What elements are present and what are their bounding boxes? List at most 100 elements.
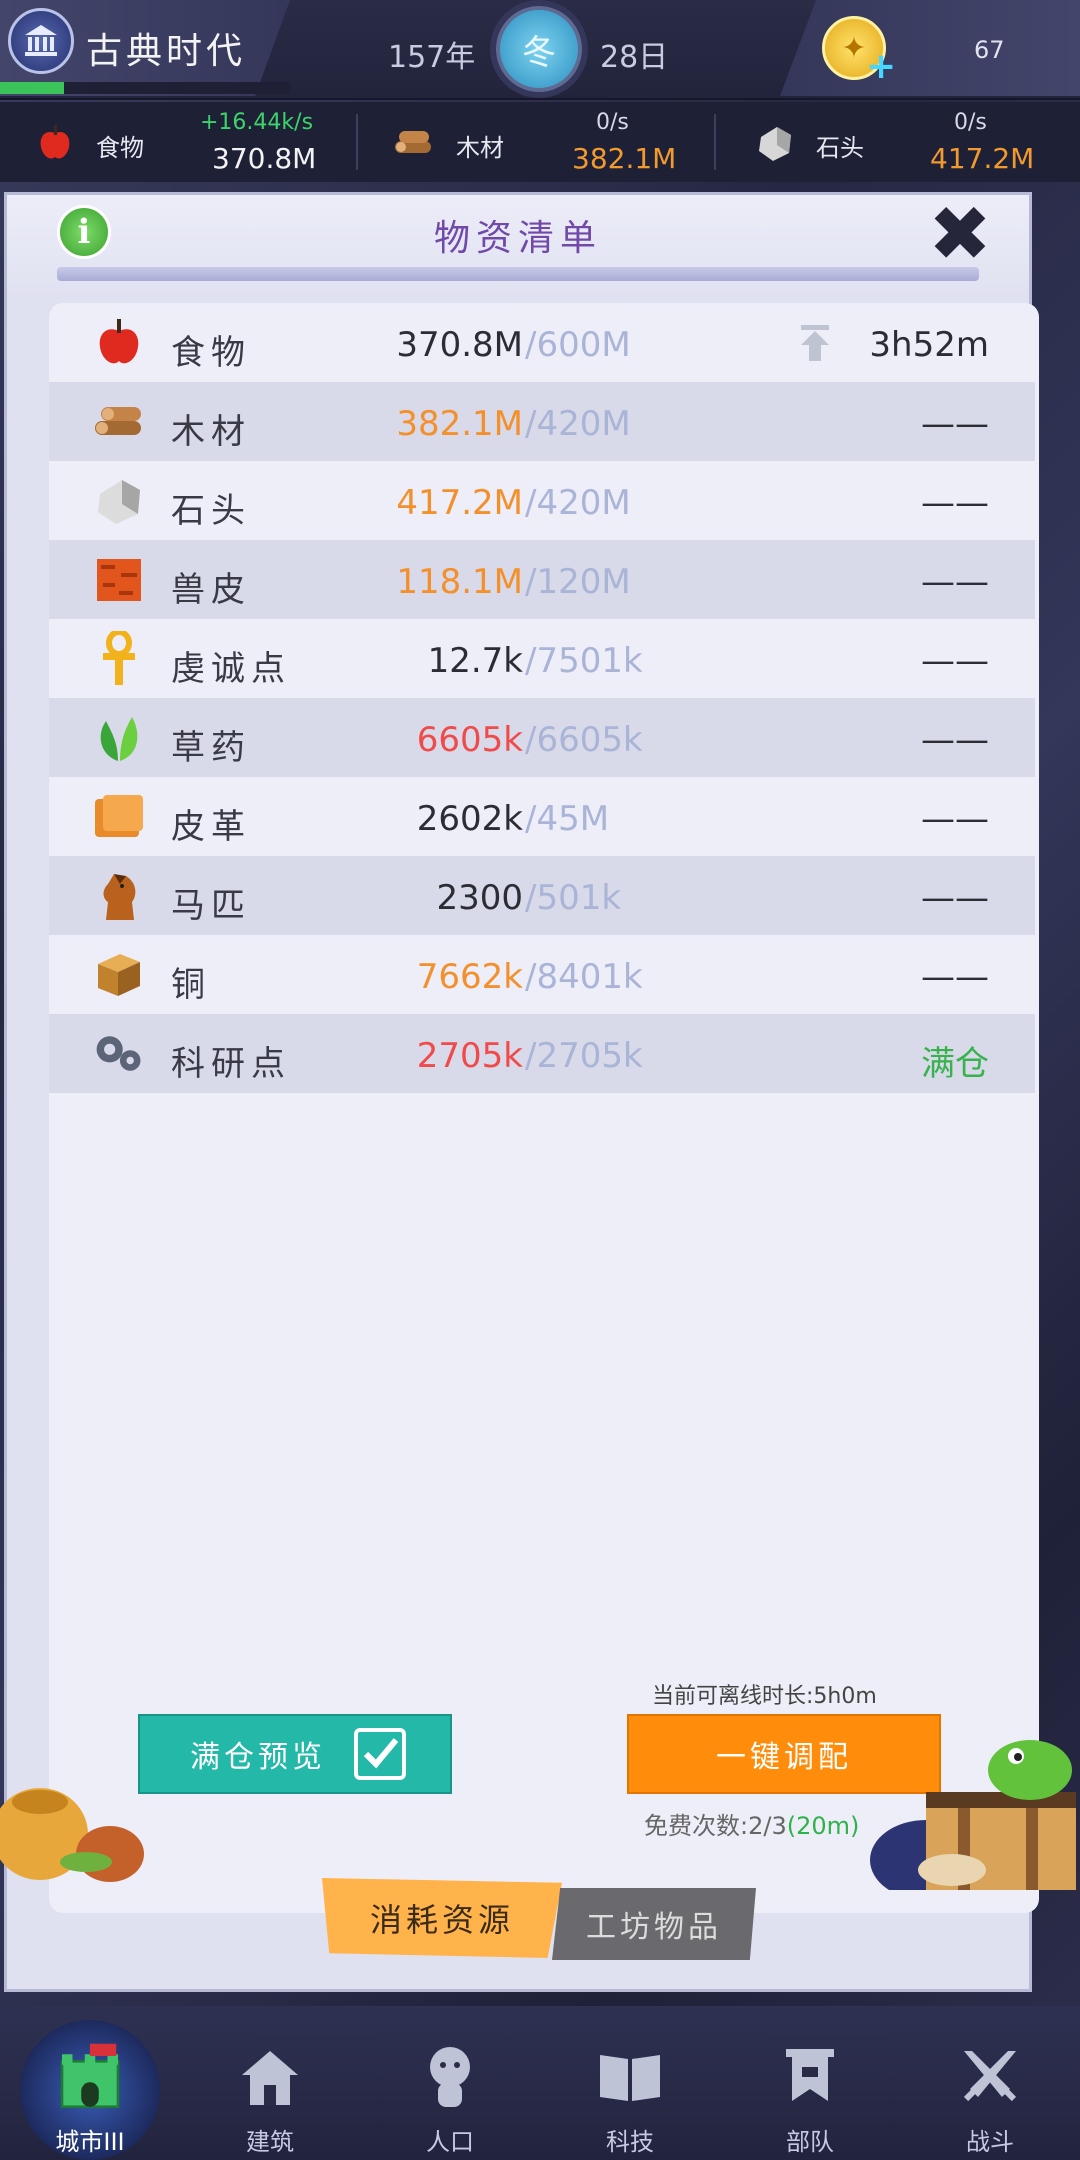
era-progress-bar: [0, 82, 290, 94]
herb-icon: [91, 710, 147, 766]
resource-status: ——: [921, 720, 989, 760]
nav-city[interactable]: 城市III: [0, 2006, 180, 2160]
tab-workshop-items[interactable]: 工坊物品: [552, 1888, 756, 1960]
resource-status: ——: [921, 799, 989, 839]
add-gold-icon[interactable]: +: [866, 49, 896, 85]
resource-name: 食物: [96, 134, 144, 162]
resource-capacity: /6605k: [525, 720, 643, 760]
resource-status: 3h52m: [869, 325, 989, 365]
preview-button-label: 满仓预览: [190, 1740, 326, 1775]
castle-icon: [55, 2042, 125, 2112]
resource-name: 铜: [171, 965, 211, 1005]
header-divider: [57, 267, 979, 281]
museum-icon[interactable]: [8, 8, 74, 74]
table-row[interactable]: 食物 370.8M /600M 3h52m: [49, 303, 1035, 382]
nav-population[interactable]: 人口: [360, 2006, 540, 2160]
hide-icon: [91, 552, 147, 608]
ankh-icon: [91, 631, 147, 687]
resource-status: ——: [921, 483, 989, 523]
day-label: 28日: [600, 40, 669, 75]
resource-food[interactable]: 食物 +16.44k/s 370.8M: [0, 102, 356, 182]
swords-icon: [955, 2042, 1025, 2112]
resource-wood[interactable]: 木材 0/s 382.1M: [358, 102, 714, 182]
person-icon: [415, 2042, 485, 2112]
resource-capacity: /420M: [525, 483, 631, 523]
resource-capacity: /8401k: [525, 957, 643, 997]
bottom-navigation: 城市III 建筑 人口 科技 部队 战斗: [0, 2006, 1080, 2160]
book-icon: [595, 2042, 665, 2112]
resource-name: 马匹: [171, 886, 251, 926]
resource-current: 382.1M: [396, 404, 523, 444]
era-progress-fill: [0, 82, 64, 94]
resource-name: 木材: [171, 412, 251, 452]
resource-rate: 0/s: [954, 110, 987, 135]
apple-icon: [32, 120, 78, 166]
checkbox-checked-icon[interactable]: [354, 1728, 406, 1780]
offline-duration-text: 当前可离线时长:5h0m: [652, 1684, 877, 1709]
resource-name: 木材: [456, 134, 504, 162]
resource-capacity: /120M: [525, 562, 631, 602]
year-label: 157年: [388, 40, 476, 75]
resource-current: 12.7k: [427, 641, 523, 681]
close-button[interactable]: ✖: [925, 196, 995, 272]
resource-name: 科研点: [171, 1044, 291, 1084]
table-row[interactable]: 虔诚点 12.7k /7501k ——: [49, 619, 1035, 698]
apple-icon: [91, 315, 147, 371]
resource-amount: 382.1M: [572, 142, 677, 175]
chest-frog-decoration-icon: [866, 1730, 1080, 1900]
resource-current: 2300: [436, 878, 523, 918]
table-row[interactable]: 草药 6605k /6605k ——: [49, 698, 1035, 777]
resource-status: 满仓: [921, 1044, 989, 1084]
panel-header: i 物资清单 ✖: [7, 195, 1029, 295]
resource-name: 皮革: [171, 807, 251, 847]
resource-current: 417.2M: [396, 483, 523, 523]
resource-capacity: /600M: [525, 325, 631, 365]
leather-icon: [91, 789, 147, 845]
resource-name: 兽皮: [171, 570, 251, 610]
nav-label: 战斗: [966, 2128, 1014, 2156]
resource-current: 370.8M: [396, 325, 523, 365]
copper-icon: [91, 947, 147, 1003]
full-storage-preview-button[interactable]: 满仓预览: [138, 1714, 452, 1794]
nav-battle[interactable]: 战斗: [900, 2006, 1080, 2160]
resource-status: ——: [921, 957, 989, 997]
table-row[interactable]: 科研点 2705k /2705k 满仓: [49, 1014, 1035, 1093]
resource-name: 石头: [816, 134, 864, 162]
resource-stone[interactable]: 石头 0/s 417.2M: [716, 102, 1080, 182]
nav-troops[interactable]: 部队: [720, 2006, 900, 2160]
nav-technology[interactable]: 科技: [540, 2006, 720, 2160]
resource-capacity: /45M: [525, 799, 610, 839]
table-row[interactable]: 兽皮 118.1M /120M ——: [49, 540, 1035, 619]
resource-current: 2705k: [416, 1036, 523, 1076]
nav-label: 人口: [426, 2128, 474, 2156]
resource-status: ——: [921, 641, 989, 681]
resource-status: ——: [921, 404, 989, 444]
table-row[interactable]: 马匹 2300 /501k ——: [49, 856, 1035, 935]
resource-capacity: /7501k: [525, 641, 643, 681]
resource-name: 草药: [171, 728, 251, 768]
table-row[interactable]: 铜 7662k /8401k ——: [49, 935, 1035, 1014]
tab-consume-resources[interactable]: 消耗资源: [322, 1878, 562, 1958]
resource-current: 7662k: [416, 957, 523, 997]
wood-icon: [91, 394, 147, 450]
nav-label: 城市III: [55, 2128, 125, 2156]
nav-building[interactable]: 建筑: [180, 2006, 360, 2160]
panel-title: 物资清单: [433, 218, 602, 259]
stone-icon: [91, 473, 147, 529]
resource-current: 118.1M: [396, 562, 523, 602]
resource-current: 6605k: [416, 720, 523, 760]
resource-status: ——: [921, 878, 989, 918]
table-row[interactable]: 皮革 2602k /45M ——: [49, 777, 1035, 856]
resource-table: 食物 370.8M /600M 3h52m 木材 382.1M /420M ——…: [49, 303, 1039, 1913]
era-name: 古典时代: [86, 31, 247, 72]
table-row[interactable]: 石头 417.2M /420M ——: [49, 461, 1035, 540]
stone-icon: [752, 120, 798, 166]
season-badge[interactable]: 冬: [496, 6, 582, 92]
resource-amount: 417.2M: [930, 142, 1035, 175]
table-row[interactable]: 木材 382.1M /420M ——: [49, 382, 1035, 461]
upgrade-arrow-icon[interactable]: [795, 323, 835, 363]
resource-name: 虔诚点: [171, 649, 291, 689]
resource-name: 石头: [171, 491, 251, 531]
nav-label: 建筑: [246, 2128, 294, 2156]
resource-rate: +16.44k/s: [200, 110, 314, 135]
